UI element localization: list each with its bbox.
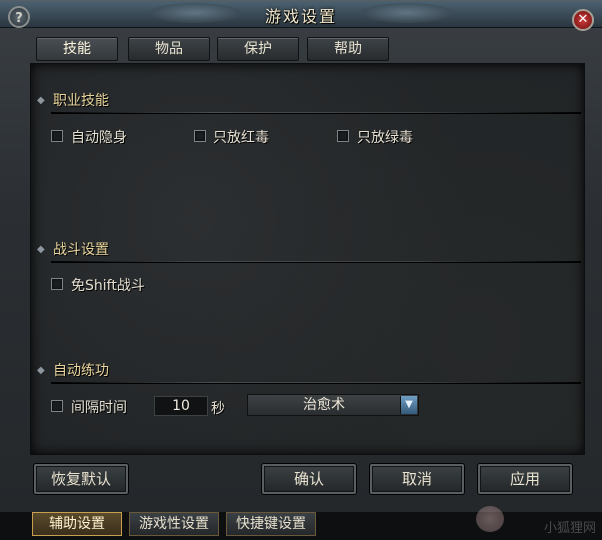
bottom-tab-hotkeys[interactable]: 快捷键设置 xyxy=(226,512,316,536)
window-title: 游戏设置 xyxy=(264,7,337,26)
title-bar: 游戏设置 xyxy=(0,1,602,28)
checkbox-no-shift-attack[interactable] xyxy=(51,278,63,290)
label-seconds: 秒 xyxy=(211,401,225,417)
section-bullet-icon: ◆ xyxy=(37,365,45,376)
section-title-skills: 职业技能 xyxy=(53,93,109,109)
fox-logo-icon xyxy=(476,506,504,532)
divider xyxy=(51,112,581,114)
section-bullet-icon: ◆ xyxy=(37,244,45,255)
settings-window: 游戏设置 ? ✕ 技能 物品 保护 帮助 ◆ 职业技能 自动隐身 只放红毒 只放… xyxy=(0,0,602,513)
restore-default-button[interactable]: 恢复默认 xyxy=(34,464,128,494)
checkbox-green-poison[interactable] xyxy=(337,130,349,142)
skill-select-value: 治愈术 xyxy=(303,397,345,413)
label-no-shift-attack: 免Shift战斗 xyxy=(71,278,145,294)
divider xyxy=(51,382,581,384)
bottom-tab-bar: 辅助设置 游戏性设置 快捷键设置 小狐狸网 xyxy=(0,506,602,540)
help-icon[interactable]: ? xyxy=(8,6,30,28)
section-title-autotrain: 自动练功 xyxy=(53,363,109,379)
checkbox-red-poison[interactable] xyxy=(194,130,206,142)
label-red-poison: 只放红毒 xyxy=(213,130,269,146)
tab-items[interactable]: 物品 xyxy=(128,37,210,61)
bottom-tab-assist[interactable]: 辅助设置 xyxy=(32,512,122,536)
bottom-tab-gameplay[interactable]: 游戏性设置 xyxy=(129,512,219,536)
confirm-button[interactable]: 确认 xyxy=(262,464,356,494)
apply-button[interactable]: 应用 xyxy=(478,464,572,494)
section-title-combat: 战斗设置 xyxy=(53,242,109,258)
chevron-down-icon[interactable]: ▼ xyxy=(400,396,417,414)
section-bullet-icon: ◆ xyxy=(37,95,45,106)
tab-protect[interactable]: 保护 xyxy=(217,37,299,61)
divider xyxy=(51,261,581,263)
close-icon[interactable]: ✕ xyxy=(572,9,594,31)
tab-skills[interactable]: 技能 xyxy=(36,37,118,61)
tab-help[interactable]: 帮助 xyxy=(307,37,389,61)
cancel-button[interactable]: 取消 xyxy=(370,464,464,494)
checkbox-interval[interactable] xyxy=(51,400,63,412)
label-interval: 间隔时间 xyxy=(71,400,127,416)
skill-select[interactable]: 治愈术 ▼ xyxy=(247,394,419,416)
settings-panel: ◆ 职业技能 自动隐身 只放红毒 只放绿毒 ◆ 战斗设置 免Shift战斗 ◆ … xyxy=(30,63,585,455)
interval-input[interactable]: 10 xyxy=(154,396,208,416)
checkbox-auto-stealth[interactable] xyxy=(51,130,63,142)
label-auto-stealth: 自动隐身 xyxy=(71,130,127,146)
label-green-poison: 只放绿毒 xyxy=(357,130,413,146)
watermark: 小狐狸网 xyxy=(543,521,596,536)
